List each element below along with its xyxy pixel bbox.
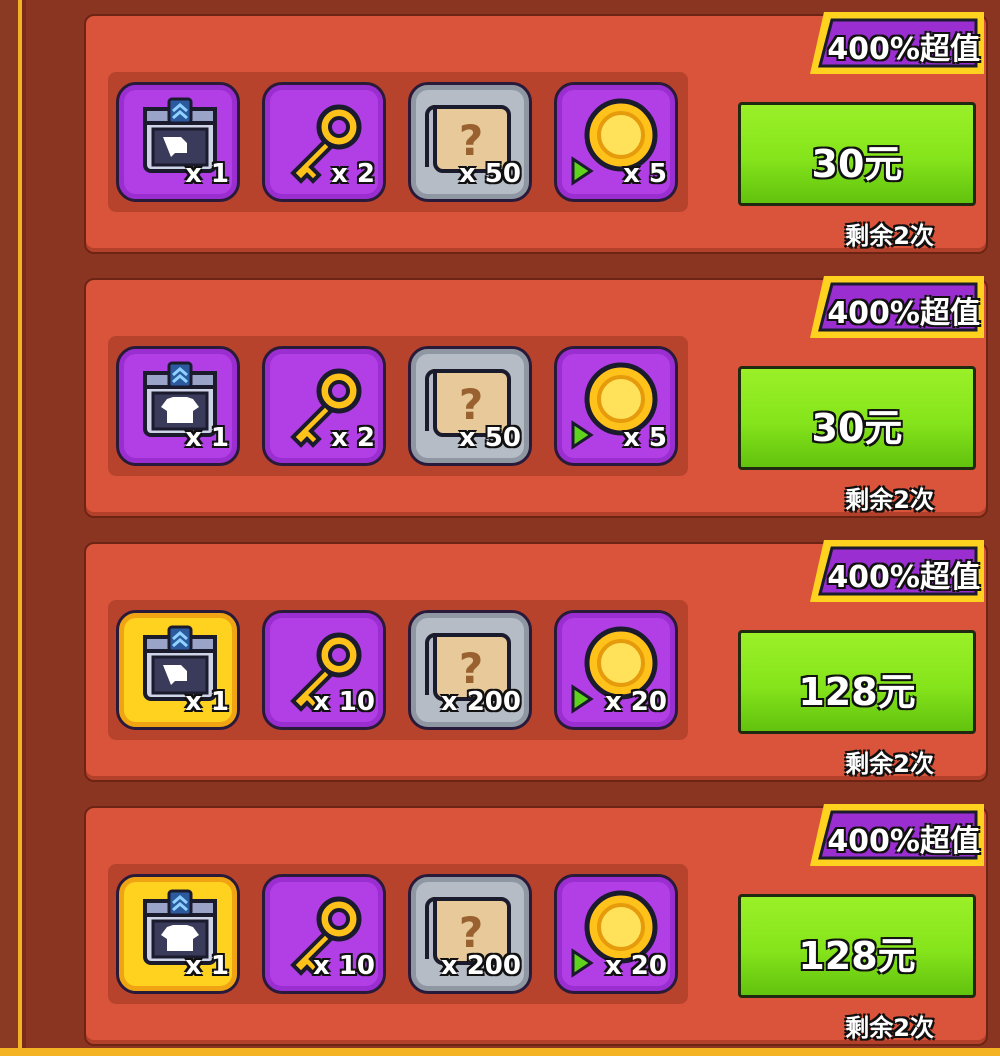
pack-card-2: x 1 x 2 ? x 50 x 5 30元 剩余2次 400%超值 [84, 276, 988, 518]
svg-text:?: ? [459, 380, 483, 429]
item-slot-gold-coin[interactable]: x 20 [554, 874, 678, 994]
item-slot-costume-chest[interactable]: x 1 [116, 610, 240, 730]
remaining-purchases: 剩余2次 [845, 486, 934, 514]
buy-button-price: 30元 [811, 406, 903, 450]
remaining-purchases: 剩余2次 [845, 750, 934, 778]
item-quantity: x 1 [185, 159, 229, 189]
buy-button[interactable]: 30元 [738, 366, 976, 470]
item-slot-gold-coin[interactable]: x 5 [554, 82, 678, 202]
gold-frame-left [0, 0, 22, 1056]
svg-text:?: ? [459, 116, 483, 165]
item-slot-golden-key[interactable]: x 2 [262, 82, 386, 202]
item-quantity: x 1 [185, 687, 229, 717]
item-slot-mystery-scroll[interactable]: ? x 200 [408, 874, 532, 994]
item-quantity: x 20 [604, 951, 667, 981]
item-slot-golden-key[interactable]: x 2 [262, 346, 386, 466]
item-quantity: x 5 [623, 159, 667, 189]
item-slot-shirt-chest[interactable]: x 1 [116, 874, 240, 994]
item-quantity: x 50 [458, 159, 521, 189]
buy-button-price: 128元 [798, 670, 916, 714]
item-slot-costume-chest[interactable]: x 1 [116, 82, 240, 202]
value-badge: 400%超值 [806, 8, 988, 78]
buy-button[interactable]: 128元 [738, 894, 976, 998]
item-quantity: x 200 [440, 951, 521, 981]
item-slot-golden-key[interactable]: x 10 [262, 874, 386, 994]
pack-items-tray: x 1 x 10 ? x 200 x 20 [108, 600, 688, 740]
item-quantity: x 20 [604, 687, 667, 717]
svg-text:?: ? [459, 644, 483, 693]
item-slot-golden-key[interactable]: x 10 [262, 610, 386, 730]
remaining-purchases: 剩余2次 [845, 1014, 934, 1042]
pack-card-3: x 1 x 10 ? x 200 x 20 128元 剩余2次 400%超值 [84, 540, 988, 782]
item-slot-mystery-scroll[interactable]: ? x 50 [408, 346, 532, 466]
svg-text:?: ? [459, 908, 483, 957]
value-badge: 400%超值 [806, 536, 988, 606]
item-slot-mystery-scroll[interactable]: ? x 50 [408, 82, 532, 202]
item-quantity: x 1 [185, 951, 229, 981]
item-slot-gold-coin[interactable]: x 5 [554, 346, 678, 466]
item-quantity: x 200 [440, 687, 521, 717]
pack-items-tray: x 1 x 10 ? x 200 x 20 [108, 864, 688, 1004]
value-badge-text: 400%超值 [827, 296, 980, 331]
buy-button[interactable]: 30元 [738, 102, 976, 206]
shop-panel: x 1 x 2 ? x 50 x 5 30元 剩余2次 400%超值 x 1 x… [26, 0, 1000, 1048]
item-quantity: x 5 [623, 423, 667, 453]
item-quantity: x 1 [185, 423, 229, 453]
gold-frame-bottom [0, 1048, 1000, 1056]
item-quantity: x 2 [331, 159, 375, 189]
item-quantity: x 10 [312, 687, 375, 717]
item-slot-mystery-scroll[interactable]: ? x 200 [408, 610, 532, 730]
value-badge: 400%超值 [806, 800, 988, 870]
value-badge-text: 400%超值 [827, 32, 980, 67]
buy-button-price: 30元 [811, 142, 903, 186]
value-badge-text: 400%超值 [827, 824, 980, 859]
pack-card-4: x 1 x 10 ? x 200 x 20 128元 剩余2次 400%超值 [84, 804, 988, 1046]
buy-button-price: 128元 [798, 934, 916, 978]
item-slot-shirt-chest[interactable]: x 1 [116, 346, 240, 466]
pack-items-tray: x 1 x 2 ? x 50 x 5 [108, 336, 688, 476]
pack-items-tray: x 1 x 2 ? x 50 x 5 [108, 72, 688, 212]
value-badge: 400%超值 [806, 272, 988, 342]
item-slot-gold-coin[interactable]: x 20 [554, 610, 678, 730]
buy-button[interactable]: 128元 [738, 630, 976, 734]
remaining-purchases: 剩余2次 [845, 222, 934, 250]
item-quantity: x 10 [312, 951, 375, 981]
item-quantity: x 50 [458, 423, 521, 453]
value-badge-text: 400%超值 [827, 560, 980, 595]
item-quantity: x 2 [331, 423, 375, 453]
pack-card-1: x 1 x 2 ? x 50 x 5 30元 剩余2次 400%超值 [84, 12, 988, 254]
